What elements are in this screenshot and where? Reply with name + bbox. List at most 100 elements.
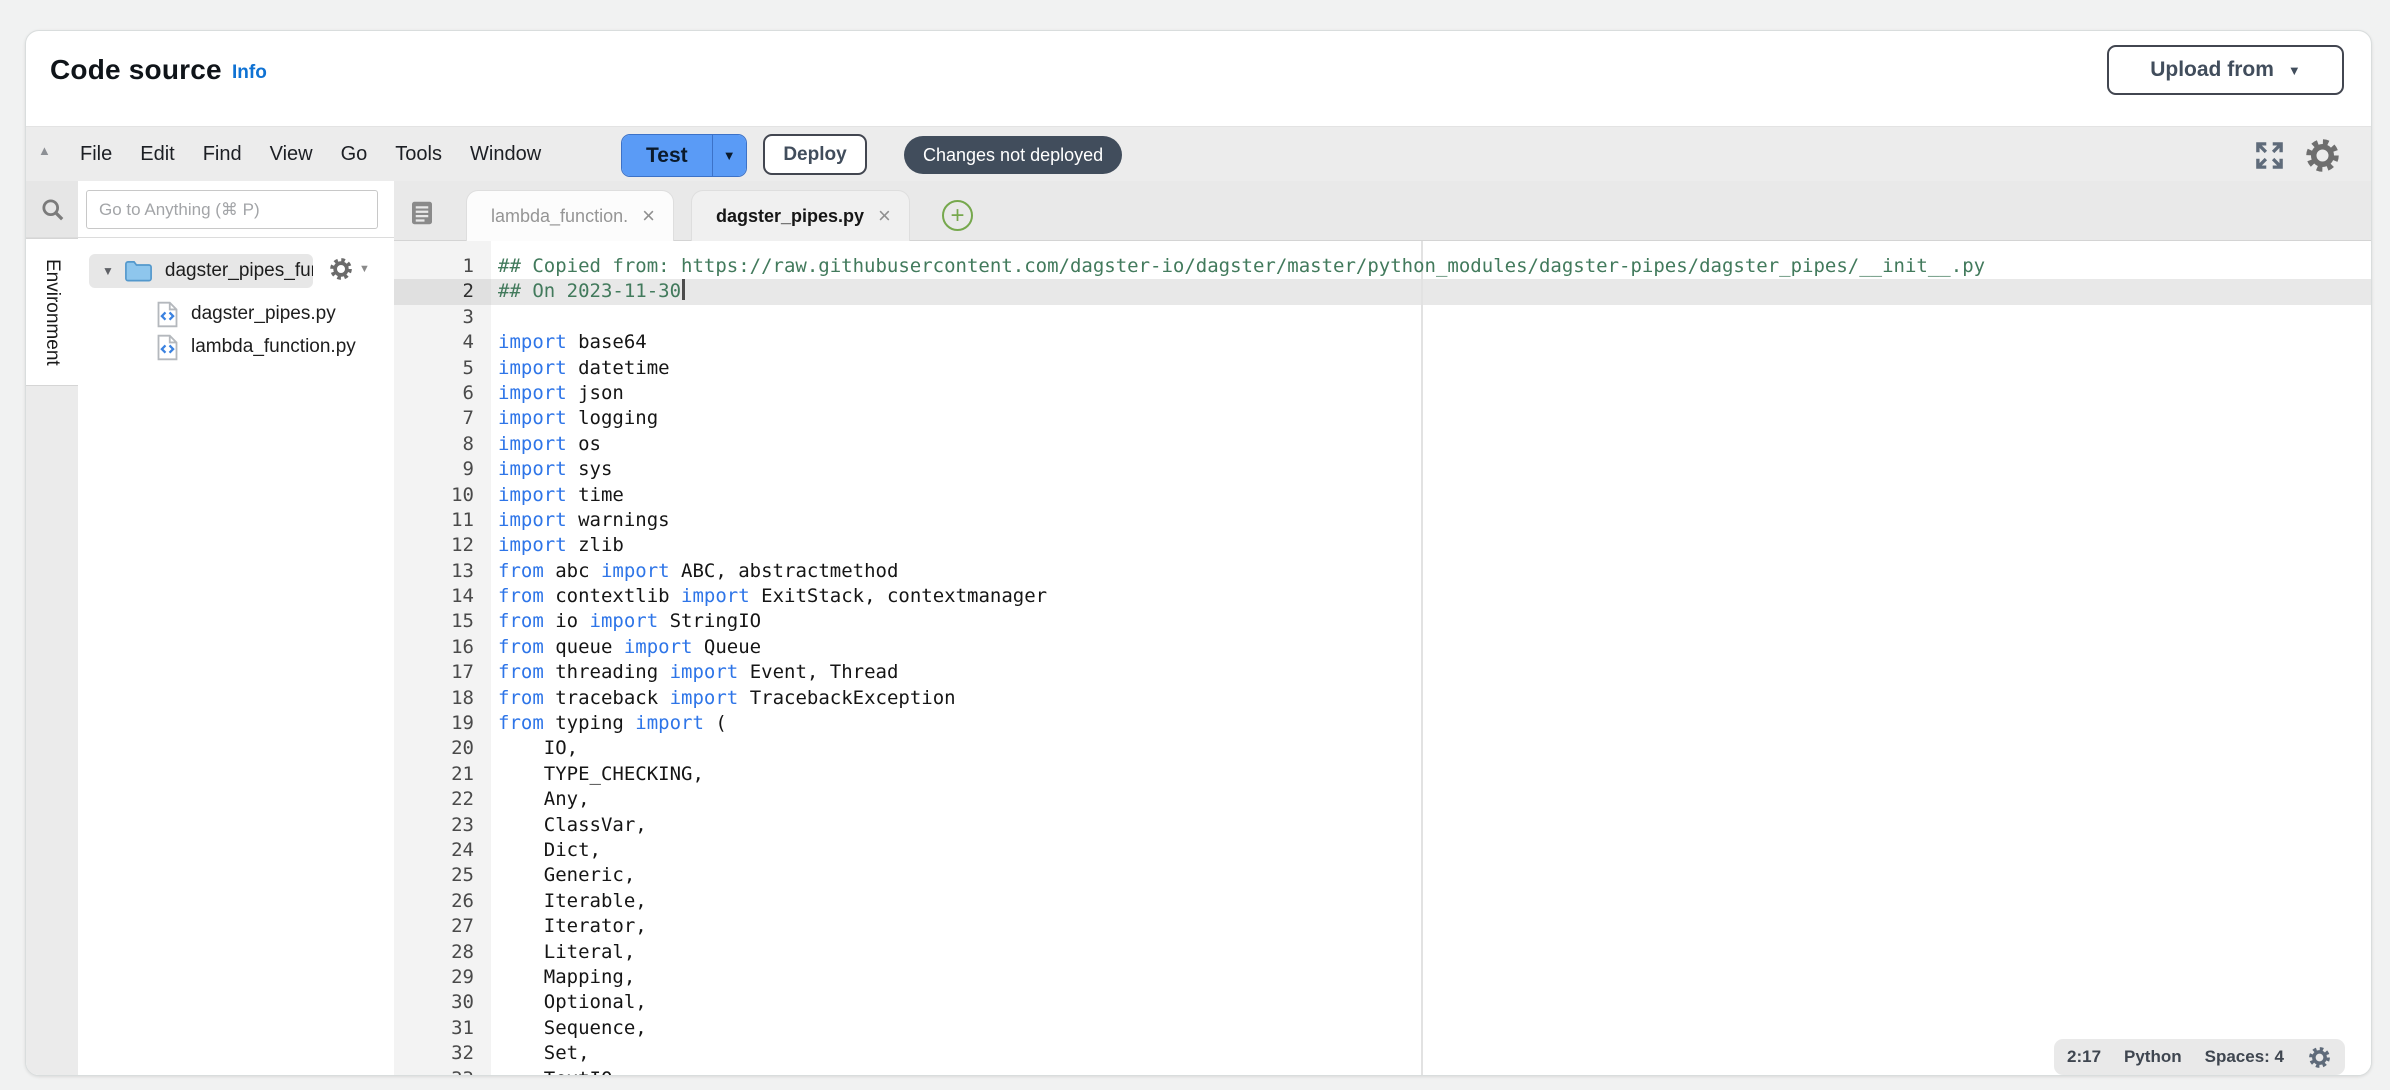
code-line[interactable]: import datetime (498, 356, 2372, 381)
tree-settings-gear-icon[interactable]: ▼ (328, 256, 370, 282)
code-source-panel: Code source Info Upload from ▼ ▲ FileEdi… (25, 30, 2372, 1076)
line-number: 17 (394, 660, 491, 685)
editor-gutter: 1234567891011121314151617181920212223242… (394, 241, 491, 1076)
tab-dagster_pipes.py[interactable]: dagster_pipes.py× (691, 190, 910, 241)
code-line[interactable]: import sys (498, 457, 2372, 482)
code-line[interactable]: import warnings (498, 508, 2372, 533)
line-number: 33 (394, 1067, 491, 1077)
code-line[interactable]: IO, (498, 736, 2372, 761)
code-line[interactable]: import os (498, 432, 2372, 457)
code-line[interactable]: Iterable, (498, 889, 2372, 914)
line-number: 26 (394, 889, 491, 914)
code-line[interactable]: Sequence, (498, 1016, 2372, 1041)
folder-disclosure-icon[interactable]: ▼ (102, 264, 114, 278)
deploy-status-badge: Changes not deployed (904, 136, 1122, 174)
tree-file-dagster_pipes.py[interactable]: dagster_pipes.py (156, 298, 336, 330)
goto-anything-row (26, 181, 394, 238)
menu-item-view[interactable]: View (256, 143, 327, 166)
tab-environment[interactable]: Environment (26, 238, 78, 386)
line-number: 32 (394, 1041, 491, 1066)
line-number: 1 (394, 254, 491, 279)
code-line[interactable]: import logging (498, 406, 2372, 431)
goto-anything-input[interactable] (86, 190, 378, 229)
code-line[interactable]: ClassVar, (498, 813, 2372, 838)
code-line[interactable]: TYPE_CHECKING, (498, 762, 2372, 787)
deploy-button[interactable]: Deploy (763, 134, 867, 175)
line-number: 3 (394, 305, 491, 330)
line-number: 5 (394, 356, 491, 381)
line-number: 14 (394, 584, 491, 609)
code-line[interactable]: Dict, (498, 838, 2372, 863)
line-number: 25 (394, 863, 491, 888)
line-number: 16 (394, 635, 491, 660)
menu-item-window[interactable]: Window (456, 143, 555, 166)
close-tab-icon[interactable]: × (878, 205, 891, 227)
editor-tabbar: lambda_function.×dagster_pipes.py× + (394, 181, 2372, 241)
code-lines[interactable]: ## Copied from: https://raw.githubuserco… (491, 241, 2372, 1076)
tab-list-icon[interactable] (407, 198, 437, 228)
code-line[interactable]: import json (498, 381, 2372, 406)
code-line[interactable]: Literal, (498, 940, 2372, 965)
code-line[interactable]: import base64 (498, 330, 2372, 355)
line-number: 15 (394, 609, 491, 634)
new-tab-button[interactable]: + (942, 200, 973, 231)
close-tab-icon[interactable]: × (642, 205, 655, 227)
collapse-panel-icon[interactable]: ▲ (38, 143, 51, 158)
code-file-icon (156, 301, 179, 328)
code-line[interactable]: ## On 2023-11-30 (498, 279, 2372, 304)
line-number: 6 (394, 381, 491, 406)
code-file-icon (156, 334, 179, 361)
test-button[interactable]: Test (622, 135, 712, 176)
code-line[interactable]: from threading import Event, Thread (498, 660, 2372, 685)
menu-item-go[interactable]: Go (327, 143, 382, 166)
editor-menubar: ▲ FileEditFindViewGoToolsWindow Test ▼ D… (26, 126, 2371, 182)
chevron-down-icon: ▼ (723, 149, 736, 162)
menu-item-edit[interactable]: Edit (126, 143, 188, 166)
line-number: 19 (394, 711, 491, 736)
code-line[interactable]: Mapping, (498, 965, 2372, 990)
menu-item-find[interactable]: Find (189, 143, 256, 166)
tab-lambda_function.[interactable]: lambda_function. × (466, 190, 674, 241)
line-number: 31 (394, 1016, 491, 1041)
code-line[interactable]: Optional, (498, 990, 2372, 1015)
code-line[interactable]: from contextlib import ExitStack, contex… (498, 584, 2372, 609)
code-line[interactable]: from queue import Queue (498, 635, 2372, 660)
fullscreen-expand-icon[interactable] (2254, 140, 2285, 171)
code-line[interactable]: from typing import ( (498, 711, 2372, 736)
line-number: 29 (394, 965, 491, 990)
line-number: 4 (394, 330, 491, 355)
upload-from-button[interactable]: Upload from ▼ (2107, 45, 2344, 95)
menu-item-file[interactable]: File (66, 143, 126, 166)
code-editor[interactable]: 1234567891011121314151617181920212223242… (394, 241, 2372, 1076)
code-line[interactable] (498, 305, 2372, 330)
test-options-caret-button[interactable]: ▼ (712, 135, 746, 176)
code-line[interactable]: import zlib (498, 533, 2372, 558)
tree-folder-row[interactable]: ▼ dagster_pipes_funct (89, 254, 313, 288)
editor-statusbar: 2:17 Python Spaces: 4 (2054, 1039, 2345, 1075)
code-line[interactable]: from traceback import TracebackException (498, 686, 2372, 711)
editor-pane: lambda_function.×dagster_pipes.py× + 123… (394, 181, 2372, 1076)
code-line[interactable]: from abc import ABC, abstractmethod (498, 559, 2372, 584)
tree-file-lambda_function.py[interactable]: lambda_function.py (156, 331, 356, 363)
folder-icon (124, 259, 153, 283)
info-link[interactable]: Info (232, 62, 267, 84)
menubar-nav: FileEditFindViewGoToolsWindow (66, 127, 555, 181)
tree-folder-label: dagster_pipes_funct (165, 260, 313, 282)
code-line[interactable]: ## Copied from: https://raw.githubuserco… (498, 254, 2372, 279)
settings-gear-icon[interactable] (2303, 136, 2342, 175)
menu-item-tools[interactable]: Tools (381, 143, 456, 166)
status-language-mode[interactable]: Python (2124, 1047, 2182, 1067)
tab-strip: lambda_function.×dagster_pipes.py× (466, 190, 910, 241)
code-line[interactable]: Any, (498, 787, 2372, 812)
status-settings-gear-icon[interactable] (2307, 1045, 2332, 1070)
environment-tab-label: Environment (41, 259, 63, 366)
code-line[interactable]: from io import StringIO (498, 609, 2372, 634)
line-number: 11 (394, 508, 491, 533)
status-indentation[interactable]: Spaces: 4 (2205, 1047, 2284, 1067)
line-number: 13 (394, 559, 491, 584)
code-line[interactable]: Generic, (498, 863, 2372, 888)
code-line[interactable]: Iterator, (498, 914, 2372, 939)
code-line[interactable]: import time (498, 483, 2372, 508)
status-cursor-position[interactable]: 2:17 (2067, 1047, 2101, 1067)
tab-label: lambda_function. (491, 206, 628, 227)
